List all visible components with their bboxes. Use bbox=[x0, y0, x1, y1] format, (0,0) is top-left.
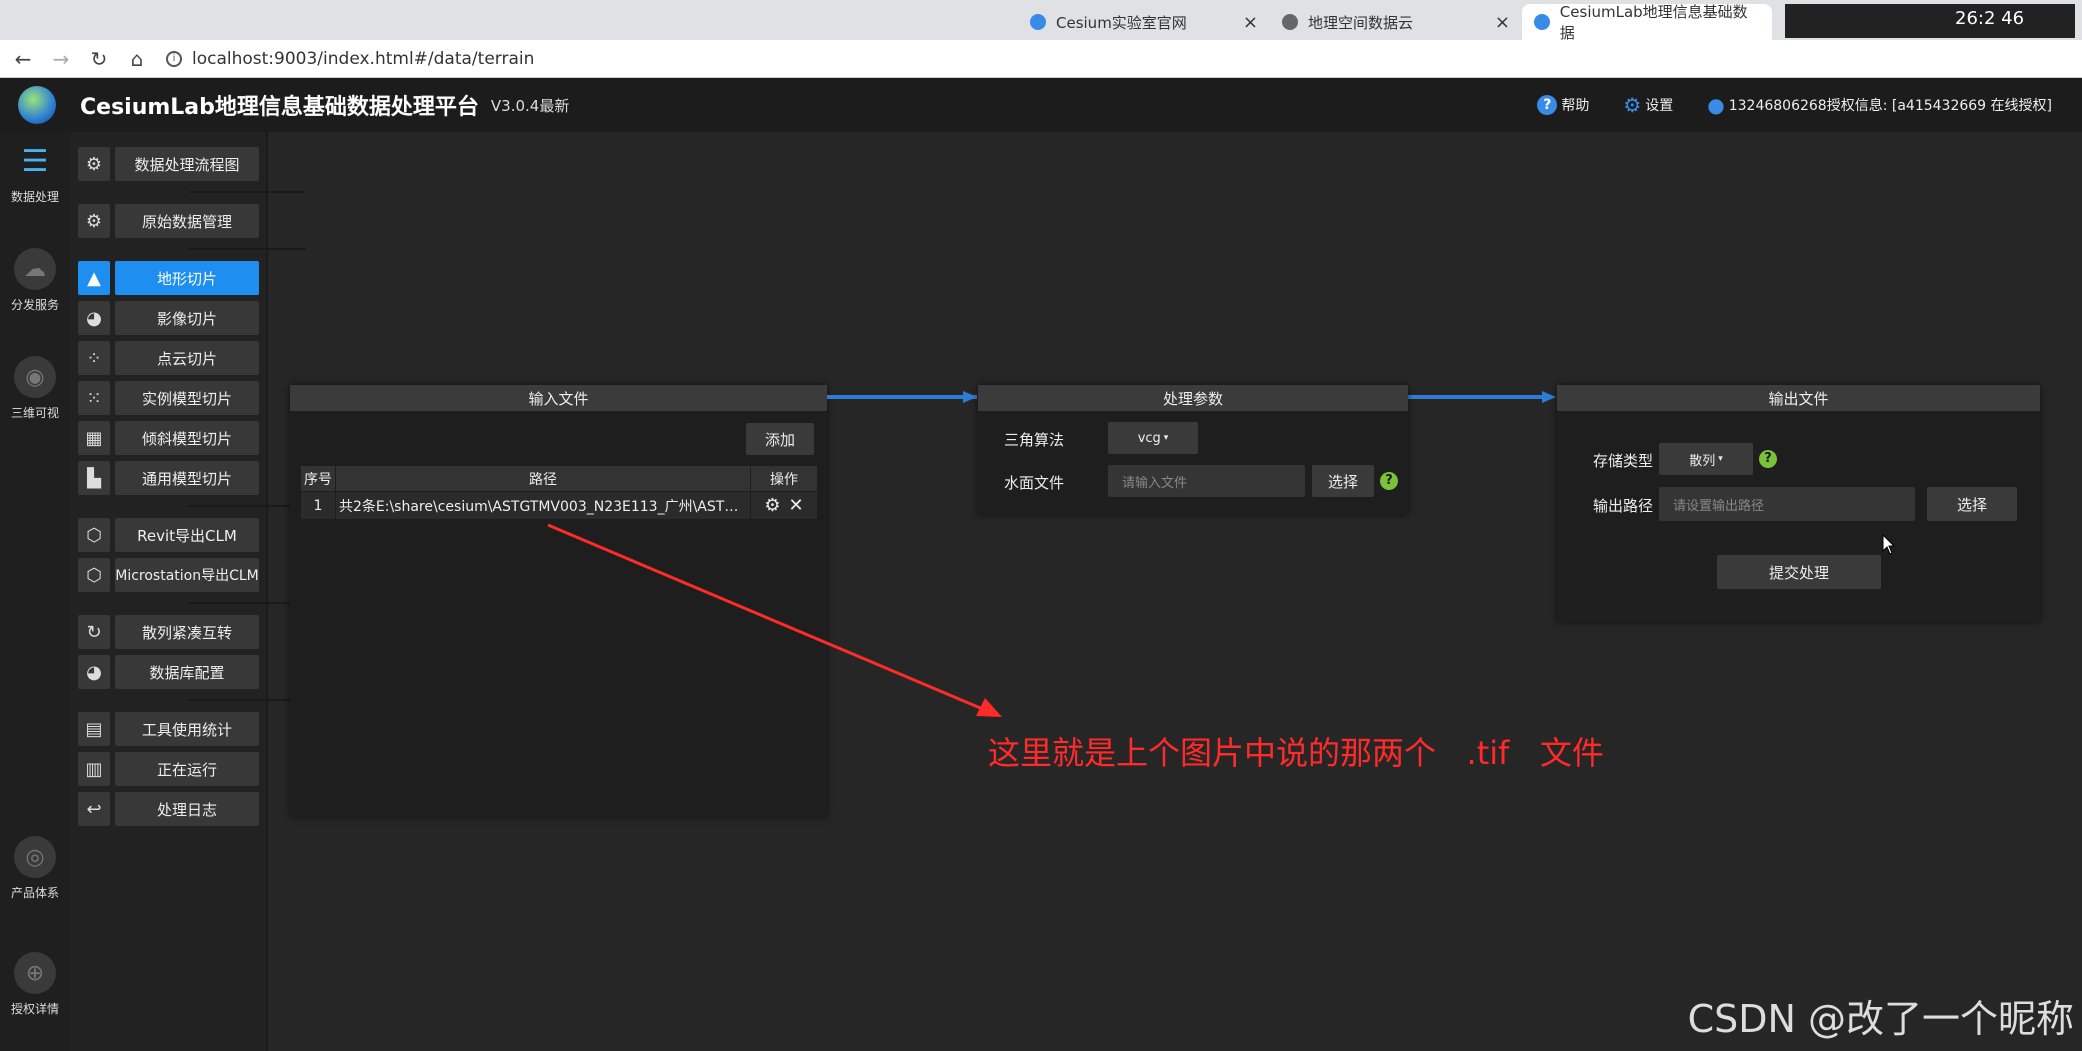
watermark: CSDN @改了一个昵称 bbox=[1687, 997, 2074, 1041]
annotation-arrow bbox=[547, 523, 1002, 717]
annotation-text: 这里就是上个图片中说的那两个 .tif 文件 bbox=[988, 734, 1604, 772]
